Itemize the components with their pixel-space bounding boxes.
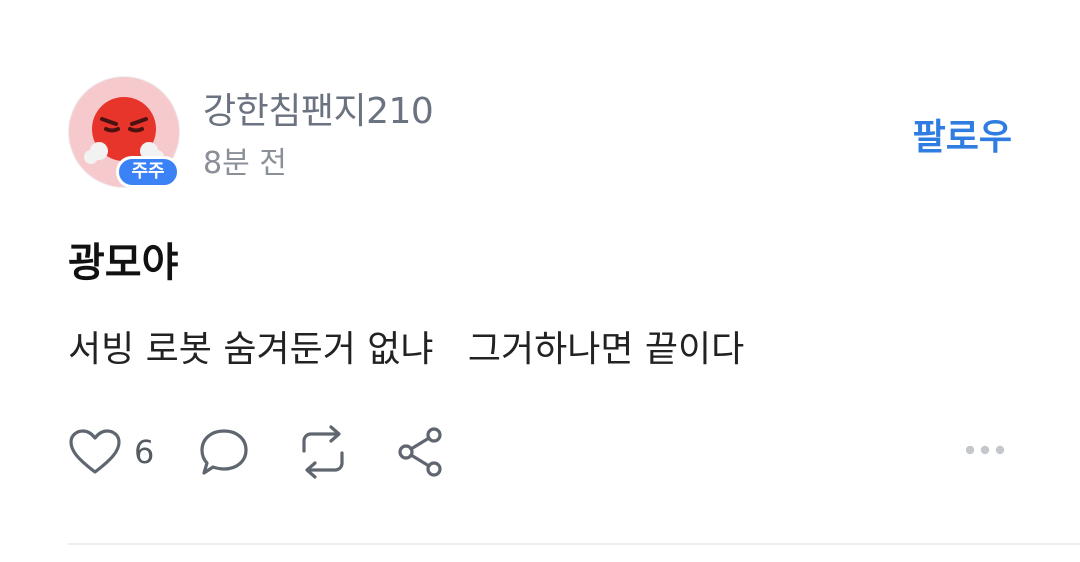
action-bar: 6: [68, 424, 490, 480]
repost-icon: [302, 425, 344, 479]
user-badge: 주주: [116, 156, 180, 188]
more-options-button[interactable]: [964, 440, 1006, 464]
follow-button[interactable]: 팔로우: [913, 108, 1012, 160]
repost-button[interactable]: [294, 425, 352, 479]
post-timestamp: 8분 전: [203, 146, 287, 181]
heart-icon: [69, 429, 121, 474]
like-count: 6: [134, 433, 155, 471]
post-body: 서빙 로봇 숨겨둔거 없냐 그거하나면 끝이다: [68, 329, 745, 370]
more-icon: [965, 445, 1005, 455]
username[interactable]: 강한침팬지210: [203, 82, 434, 134]
avatar[interactable]: 주주: [68, 76, 180, 188]
comment-button[interactable]: [198, 427, 250, 477]
comment-icon: [200, 429, 248, 475]
share-icon: [398, 427, 442, 477]
like-button[interactable]: 6: [68, 428, 154, 476]
divider: [68, 543, 1080, 545]
share-button[interactable]: [396, 426, 446, 478]
post-title: 광모야: [68, 240, 179, 286]
